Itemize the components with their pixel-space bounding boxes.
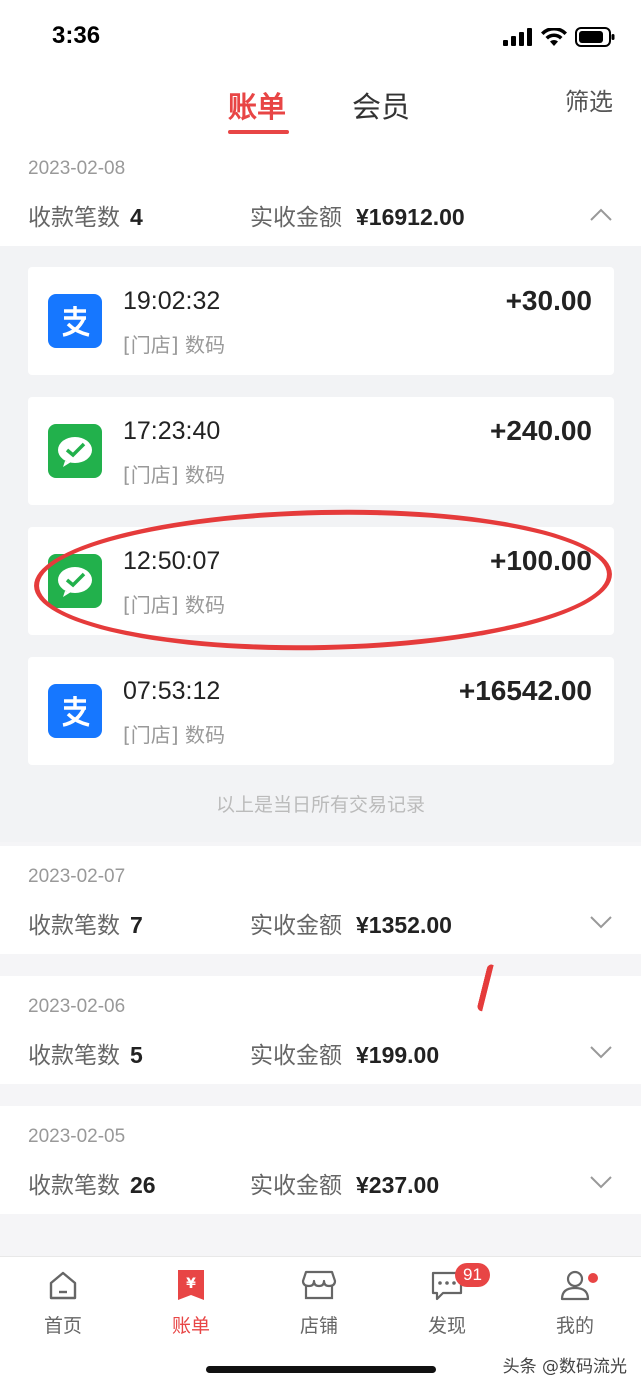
transaction-card[interactable]: 07:53:12 [门店] 数码 +16542.00 bbox=[28, 657, 614, 765]
top-navigation: 账单 会员 筛选 bbox=[0, 72, 641, 150]
user-icon bbox=[560, 1270, 590, 1301]
payment-count-label: 收款笔数 bbox=[28, 913, 120, 939]
received-amount-label: 实收金额 bbox=[250, 1173, 342, 1199]
payment-count-label: 收款笔数 bbox=[28, 1173, 120, 1199]
transaction-card[interactable]: 17:23:40 [门店] 数码 +240.00 bbox=[28, 397, 614, 505]
chevron-down-icon[interactable] bbox=[589, 914, 613, 930]
transaction-store: [门店] 数码 bbox=[123, 333, 225, 357]
payment-count-label: 收款笔数 bbox=[28, 1043, 120, 1069]
tab-home[interactable]: 首页 bbox=[13, 1267, 113, 1338]
payment-count-label: 收款笔数 bbox=[28, 205, 120, 231]
transaction-time: 19:02:32 bbox=[123, 287, 221, 315]
payment-count-value: 4 bbox=[130, 204, 143, 230]
svg-text:¥: ¥ bbox=[186, 1276, 196, 1292]
transaction-amount: +30.00 bbox=[505, 285, 592, 316]
received-amount: 实收金额 ¥1352.00 bbox=[250, 906, 452, 940]
status-bar: 3:36 bbox=[0, 0, 641, 72]
received-amount-value: ¥1352.00 bbox=[356, 912, 452, 938]
payment-count-value: 7 bbox=[130, 912, 143, 938]
active-tab-indicator bbox=[228, 130, 289, 134]
battery-icon bbox=[575, 27, 615, 47]
received-amount-value: ¥199.00 bbox=[356, 1042, 440, 1068]
filter-button[interactable]: 筛选 bbox=[565, 82, 613, 117]
day-group-header[interactable]: 2023-02-06 收款笔数 5 实收金额 ¥199.00 bbox=[0, 976, 641, 1084]
tab-mine-label: 我的 bbox=[555, 1315, 594, 1337]
transaction-card[interactable]: 19:02:32 [门店] 数码 +30.00 bbox=[28, 267, 614, 375]
payment-count-value: 26 bbox=[130, 1172, 156, 1198]
bill-icon: ¥ bbox=[178, 1270, 204, 1300]
day-date: 2023-02-07 bbox=[28, 866, 126, 887]
wifi-icon bbox=[541, 27, 567, 46]
tab-bill[interactable]: 账单 bbox=[228, 84, 286, 126]
transaction-store: [门店] 数码 bbox=[123, 723, 225, 747]
day-group-header[interactable]: 2023-02-07 收款笔数 7 实收金额 ¥1352.00 bbox=[0, 846, 641, 954]
chevron-down-icon[interactable] bbox=[589, 1174, 613, 1190]
received-amount-label: 实收金额 bbox=[250, 1043, 342, 1069]
status-icons bbox=[503, 27, 615, 47]
alipay-icon bbox=[48, 684, 102, 738]
day-group-header[interactable]: 2023-02-08 收款笔数 4 实收金额 ¥16912.00 bbox=[0, 150, 641, 246]
tab-bill-bottom[interactable]: ¥ 账单 bbox=[141, 1267, 241, 1338]
transaction-time: 17:23:40 bbox=[123, 417, 221, 445]
shop-icon bbox=[301, 1270, 337, 1300]
received-amount: 实收金额 ¥237.00 bbox=[250, 1166, 439, 1200]
transaction-time: 07:53:12 bbox=[123, 677, 221, 705]
tab-home-label: 首页 bbox=[43, 1315, 82, 1337]
tab-shop[interactable]: 店铺 bbox=[269, 1267, 369, 1338]
tab-bill-label: 账单 bbox=[171, 1315, 210, 1337]
discover-badge: 91 bbox=[455, 1263, 490, 1287]
notification-dot bbox=[588, 1273, 598, 1283]
tab-discover[interactable]: 91 发现 bbox=[397, 1263, 497, 1338]
received-amount: 实收金额 ¥199.00 bbox=[250, 1036, 439, 1070]
chevron-down-icon[interactable] bbox=[589, 1044, 613, 1060]
day-date: 2023-02-05 bbox=[28, 1126, 126, 1147]
home-indicator[interactable] bbox=[206, 1366, 436, 1373]
payment-count: 收款笔数 26 bbox=[28, 1166, 156, 1200]
received-amount-value: ¥16912.00 bbox=[356, 204, 465, 230]
payment-count: 收款笔数 5 bbox=[28, 1036, 143, 1070]
wechat-pay-icon bbox=[48, 424, 102, 478]
transaction-store: [门店] 数码 bbox=[123, 463, 225, 487]
tab-member[interactable]: 会员 bbox=[352, 84, 410, 126]
home-icon bbox=[49, 1271, 77, 1300]
signal-icon bbox=[503, 28, 532, 46]
received-amount-label: 实收金额 bbox=[250, 913, 342, 939]
day-date: 2023-02-08 bbox=[28, 158, 126, 179]
tab-shop-label: 店铺 bbox=[299, 1315, 338, 1337]
end-of-list-note: 以上是当日所有交易记录 bbox=[215, 794, 425, 816]
transaction-amount: +240.00 bbox=[490, 415, 592, 446]
payment-count: 收款笔数 4 bbox=[28, 198, 143, 232]
alipay-icon bbox=[48, 294, 102, 348]
tab-mine[interactable]: 我的 bbox=[525, 1267, 625, 1338]
payment-count: 收款笔数 7 bbox=[28, 906, 143, 940]
received-amount-value: ¥237.00 bbox=[356, 1172, 440, 1198]
received-amount: 实收金额 ¥16912.00 bbox=[250, 198, 465, 232]
tab-discover-label: 发现 bbox=[427, 1315, 466, 1337]
payment-count-value: 5 bbox=[130, 1042, 143, 1068]
day-group-header[interactable]: 2023-02-05 收款笔数 26 实收金额 ¥237.00 bbox=[0, 1106, 641, 1214]
day-date: 2023-02-06 bbox=[28, 996, 126, 1017]
chevron-up-icon[interactable] bbox=[589, 206, 613, 222]
status-time: 3:36 bbox=[52, 22, 101, 49]
received-amount-label: 实收金额 bbox=[250, 205, 342, 231]
watermark: 头条 @数码流光 bbox=[502, 1357, 627, 1377]
transaction-amount: +16542.00 bbox=[458, 675, 592, 706]
